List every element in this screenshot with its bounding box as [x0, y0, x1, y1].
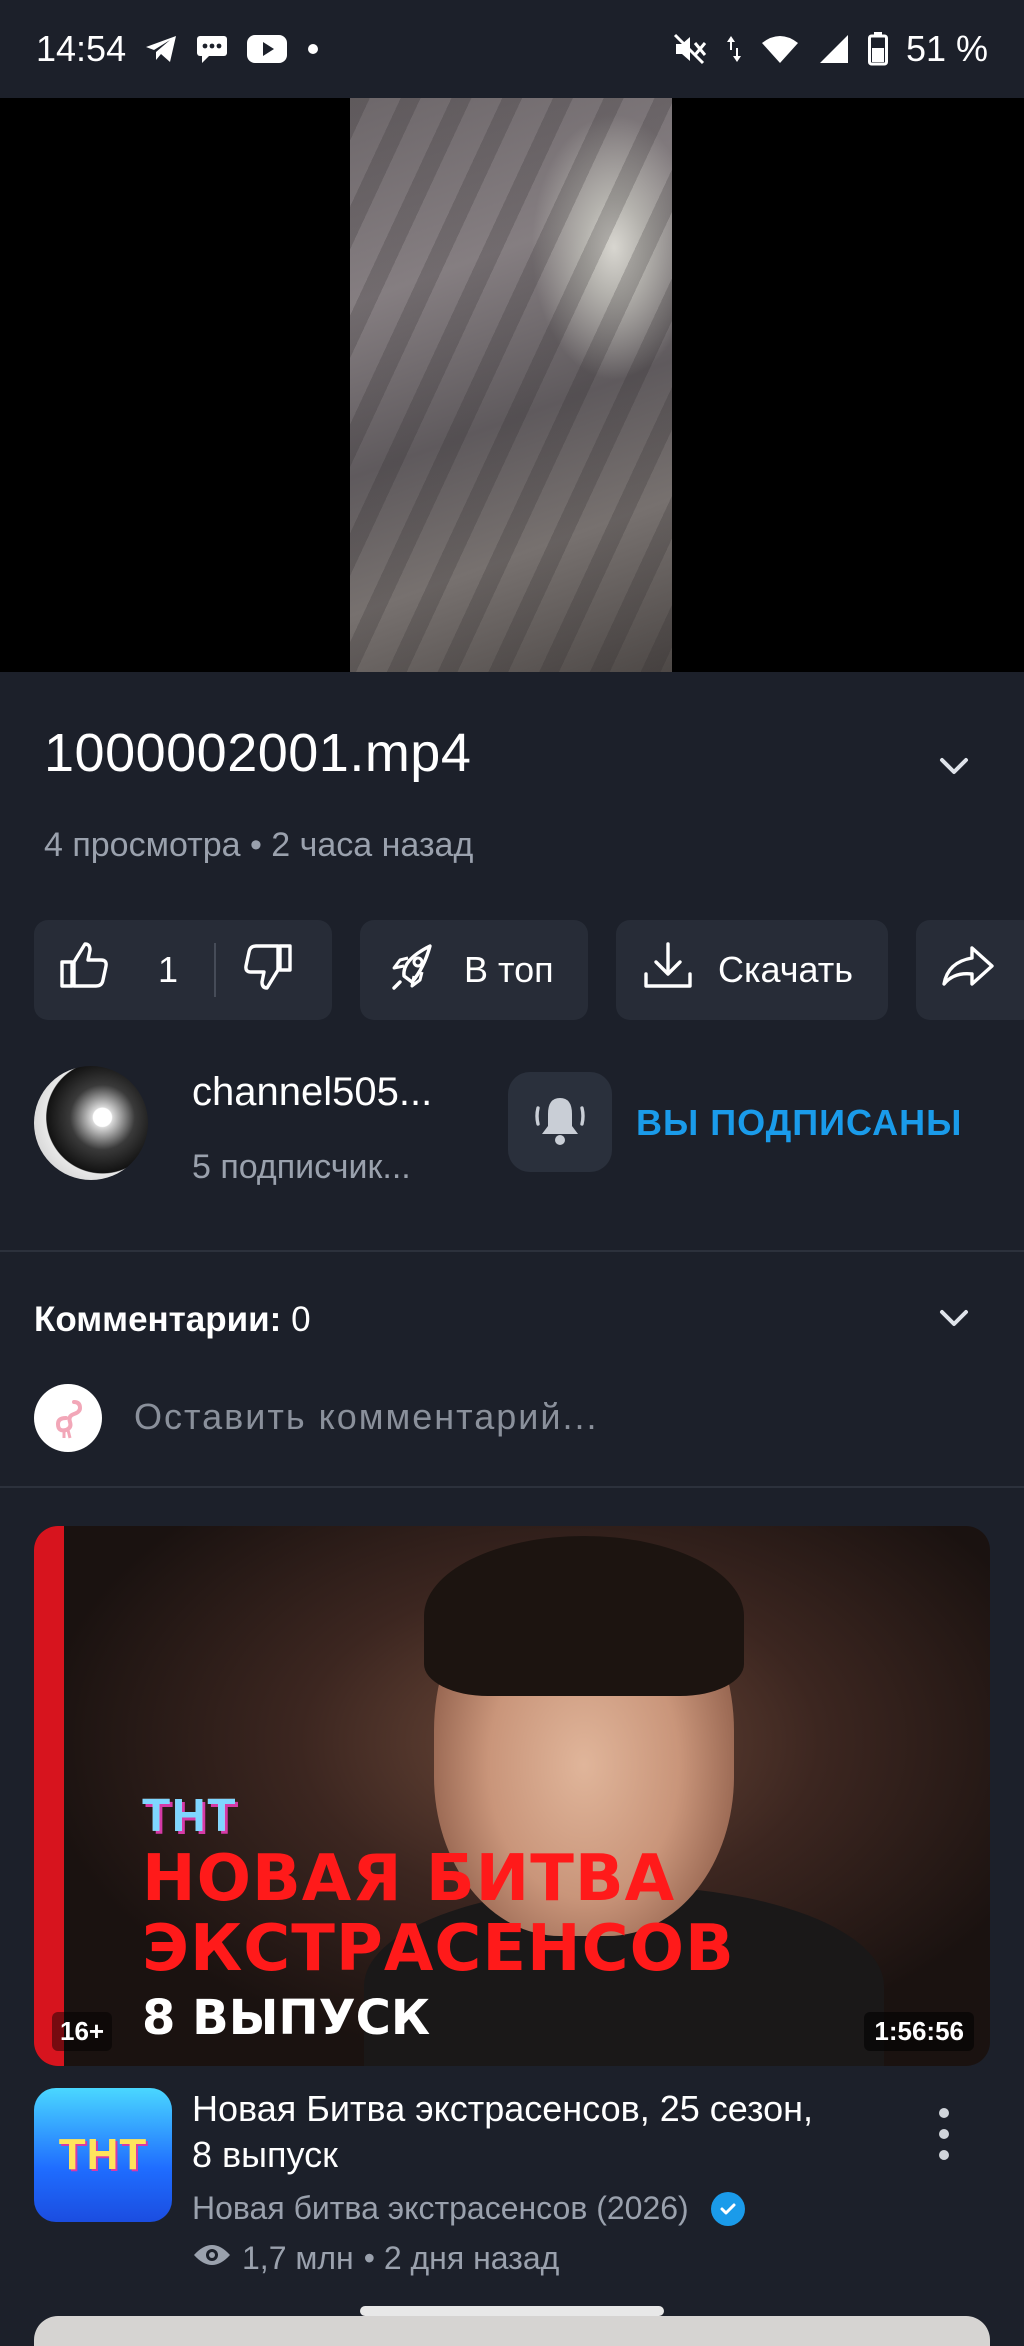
channel-name[interactable]: channel505...: [192, 1070, 432, 1115]
view-count: 1,7 млн: [242, 2240, 354, 2276]
next-video-thumbnail[interactable]: [34, 2316, 990, 2346]
recommended-channel-row: Новая битва экстрасенсов (2026): [192, 2190, 745, 2227]
telegram-icon: [144, 34, 178, 64]
rocket-icon: [386, 938, 442, 1003]
recommended-stats: 1,7 млн • 2 дня назад: [192, 2240, 559, 2277]
status-time: 14:54: [36, 28, 127, 69]
like-dislike-group: 1: [34, 920, 332, 1020]
status-left: 14:54: [36, 28, 320, 70]
video-player[interactable]: [0, 98, 1024, 672]
recommended-channel-avatar[interactable]: ТНТ: [34, 2088, 172, 2222]
thumb-title-line2: ЭКСТРАСЕНСОВ: [142, 1912, 735, 1986]
user-avatar: [34, 1384, 102, 1452]
verified-icon: [710, 2191, 745, 2226]
message-icon: [196, 34, 228, 64]
subscribed-button[interactable]: ВЫ ПОДПИСАНЫ: [636, 1102, 962, 1144]
flamingo-icon: [55, 1400, 83, 1439]
comments-header[interactable]: Комментарии: 0: [34, 1300, 311, 1340]
age-rating-badge: 16+: [52, 2012, 113, 2051]
divider: [0, 1250, 1024, 1252]
signal-icon: [818, 33, 850, 65]
divider: [0, 1486, 1024, 1488]
battery-level: 51 %: [905, 28, 988, 69]
share-button[interactable]: [916, 920, 1024, 1020]
like-separator: [214, 943, 217, 997]
battery-icon: [867, 32, 888, 66]
like-count: 1: [158, 949, 179, 990]
thumb-title-line1: НОВАЯ БИТВА: [142, 1842, 676, 1916]
more-options-icon[interactable]: [922, 2104, 966, 2164]
comments-label: Комментарии:: [34, 1300, 282, 1339]
recommended-video-thumbnail[interactable]: ТНТ НОВАЯ БИТВА ЭКСТРАСЕНСОВ 8 ВЫПУСК 16…: [34, 1526, 990, 2066]
dislike-button[interactable]: [242, 942, 294, 999]
status-bar: 14:54 51 %: [0, 0, 1024, 98]
download-label: Скачать: [718, 949, 853, 990]
expand-description-chevron-icon[interactable]: [930, 742, 978, 790]
home-indicator[interactable]: [360, 2306, 664, 2316]
top-label: В топ: [464, 949, 554, 990]
video-frame[interactable]: [350, 98, 672, 672]
tnt-logo: ТНТ: [58, 2130, 148, 2179]
video-meta: 4 просмотра • 2 часа назад: [44, 826, 474, 864]
thumb-title-line3: 8 ВЫПУСК: [142, 1990, 431, 2046]
recommended-channel-name[interactable]: Новая битва экстрасенсов (2026): [192, 2190, 689, 2227]
thumb-logo: ТНТ: [142, 1789, 238, 1841]
like-button[interactable]: 1: [58, 941, 179, 999]
download-button[interactable]: Скачать: [616, 920, 888, 1020]
thumbs-up-icon: [58, 941, 110, 999]
bell-ringing-icon: [530, 1090, 590, 1155]
thumbs-down-icon: [242, 943, 294, 998]
youtube-icon: [246, 34, 288, 64]
data-arrows-icon: [726, 34, 742, 64]
eye-icon: [192, 2240, 232, 2277]
notification-bell-button[interactable]: [508, 1072, 612, 1172]
dot-icon: [306, 42, 320, 56]
wifi-icon: [760, 33, 800, 65]
channel-subscribers: 5 подписчик...: [192, 1148, 411, 1186]
thumb-hair: [424, 1536, 744, 1696]
mute-icon: [672, 32, 708, 66]
recommended-video-title[interactable]: Новая Битва экстрасенсов, 25 сезон, 8 вы…: [192, 2086, 832, 2178]
top-button[interactable]: В топ: [360, 920, 588, 1020]
status-right: 51 %: [672, 28, 988, 70]
comment-input[interactable]: Оставить комментарий...: [134, 1396, 599, 1438]
thumb-accent-bar: [34, 1526, 64, 2066]
video-title: 1000002001.mp4: [44, 723, 472, 783]
channel-avatar[interactable]: [34, 1066, 148, 1180]
share-icon: [940, 942, 996, 999]
action-row: 1 В топ Скачать: [34, 920, 1024, 1020]
comments-count: 0: [291, 1300, 311, 1339]
comments-chevron-icon[interactable]: [930, 1294, 978, 1342]
duration-badge: 1:56:56: [864, 2012, 974, 2051]
published-age: • 2 дня назад: [363, 2240, 560, 2276]
download-icon: [640, 940, 696, 1001]
